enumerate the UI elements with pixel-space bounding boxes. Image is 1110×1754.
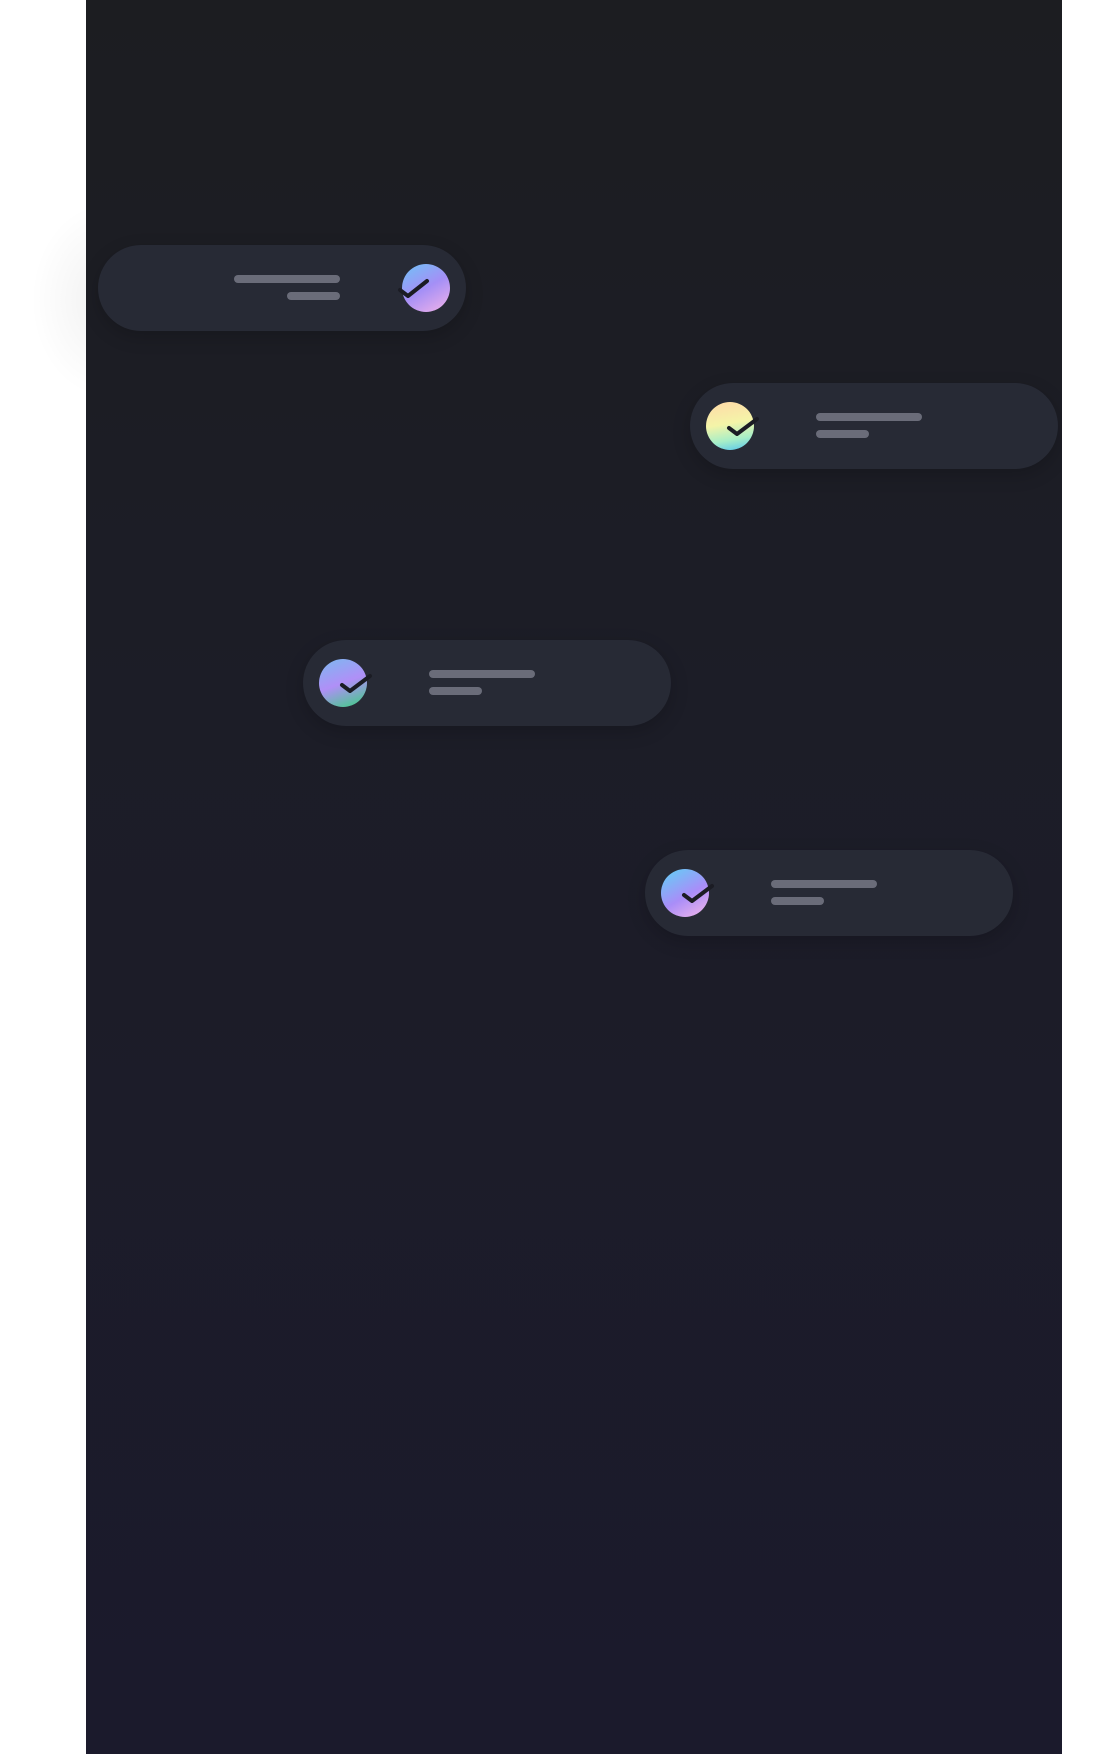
check-icon [727,417,759,436]
placeholder-text-line [234,275,340,283]
placeholder-text-line [771,880,877,888]
placeholder-text-line [287,292,340,300]
check-badge [319,659,372,707]
placeholder-text-line [429,670,535,678]
notification-pill[interactable] [303,640,671,726]
placeholder-text-line [429,687,482,695]
check-icon [398,279,429,298]
check-icon [340,674,372,693]
check-badge [706,402,759,450]
notification-pill[interactable] [645,850,1013,936]
placeholder-text-line [771,897,824,905]
notification-pill[interactable] [690,383,1058,469]
notification-pill[interactable] [98,245,466,331]
check-icon [682,884,714,903]
page [0,0,1110,1754]
check-badge [661,869,714,917]
check-badge [398,264,450,312]
phone-screen [86,0,1062,1754]
placeholder-text-line [816,430,869,438]
placeholder-text-line [816,413,922,421]
